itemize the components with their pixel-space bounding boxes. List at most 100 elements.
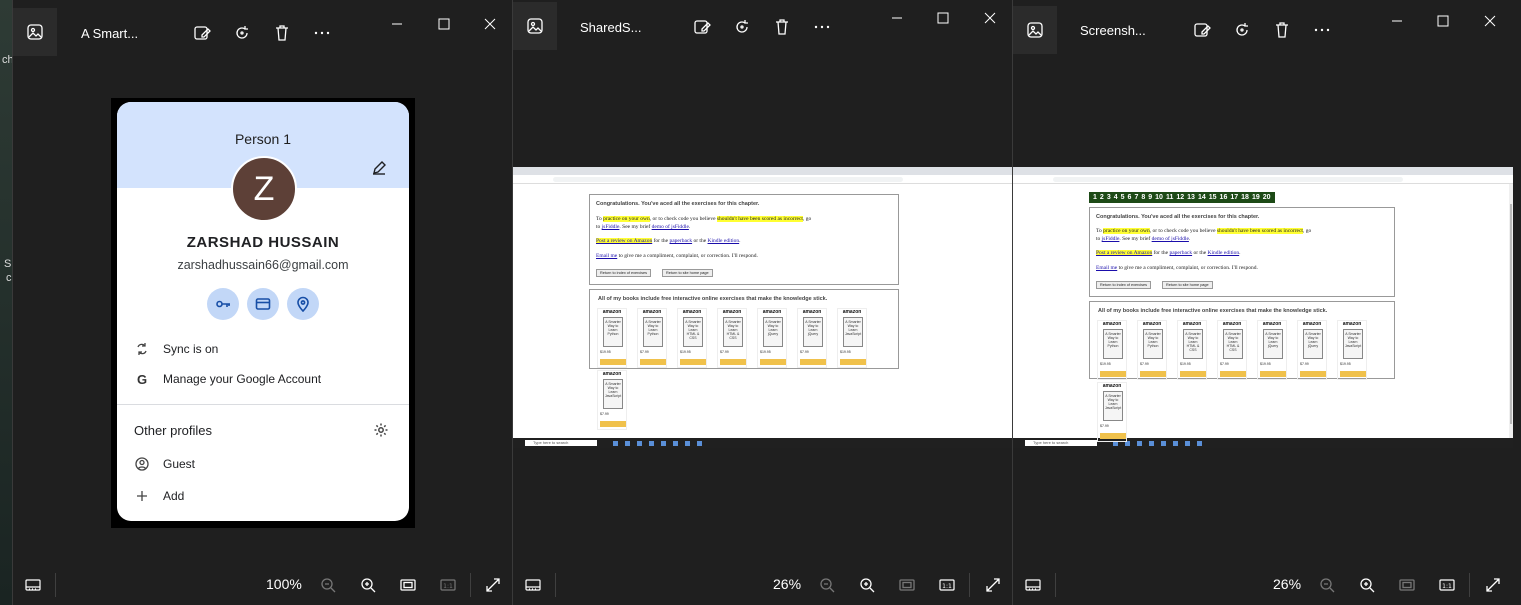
chapter-number[interactable]: 8: [1141, 192, 1145, 203]
return-home-button[interactable]: Return to site home page: [662, 269, 713, 277]
close-icon[interactable]: [1480, 11, 1500, 31]
shop-now-button[interactable]: [640, 359, 666, 365]
delete-icon[interactable]: [1271, 19, 1293, 41]
edit-image-icon[interactable]: [1191, 19, 1213, 41]
rotate-icon[interactable]: [1231, 19, 1253, 41]
more-icon[interactable]: [811, 16, 833, 38]
rotate-icon[interactable]: [231, 22, 253, 44]
edit-image-icon[interactable]: [191, 22, 213, 44]
shop-now-button[interactable]: [1100, 371, 1126, 377]
zoom-in-icon[interactable]: [358, 575, 378, 595]
filmstrip-icon[interactable]: [523, 575, 543, 595]
chapter-number[interactable]: 5: [1121, 192, 1125, 203]
shop-now-button[interactable]: [1300, 371, 1326, 377]
chapter-number[interactable]: 6: [1128, 192, 1132, 203]
book-thumbnail[interactable]: amazon A Smarter Way to Learn JavaScript $…: [837, 308, 867, 368]
zoom-out-icon[interactable]: [1317, 575, 1337, 595]
chapter-number[interactable]: 1: [1093, 192, 1097, 203]
actual-size-icon[interactable]: 1:1: [937, 575, 957, 595]
gear-icon[interactable]: [373, 422, 389, 438]
chapter-number[interactable]: 14: [1198, 192, 1206, 203]
shop-now-button[interactable]: [1140, 371, 1166, 377]
zoom-out-icon[interactable]: [318, 575, 338, 595]
edit-image-icon[interactable]: [691, 16, 713, 38]
close-icon[interactable]: [480, 14, 500, 34]
return-index-button[interactable]: Return to index of exercises: [1096, 281, 1152, 289]
delete-icon[interactable]: [771, 16, 793, 38]
filmstrip-icon[interactable]: [23, 575, 43, 595]
close-icon[interactable]: [980, 8, 1000, 28]
book-thumbnail[interactable]: amazon A Smarter Way to Learn jQuery $19.9…: [757, 308, 787, 368]
manage-account-row[interactable]: G Manage your Google Account: [135, 369, 321, 389]
book-thumbnail[interactable]: amazon A Smarter Way to Learn HTML & CSS $…: [1177, 320, 1207, 380]
delete-icon[interactable]: [271, 22, 293, 44]
maximize-icon[interactable]: [434, 14, 454, 34]
fullscreen-icon[interactable]: [983, 575, 1003, 595]
more-icon[interactable]: [311, 22, 333, 44]
minimize-icon[interactable]: [887, 8, 907, 28]
zoom-in-icon[interactable]: [857, 575, 877, 595]
book-thumbnail[interactable]: amazon A Smarter Way to Learn Python $7.99: [637, 308, 667, 368]
shop-now-button[interactable]: [600, 421, 626, 427]
chapter-number[interactable]: 2: [1100, 192, 1104, 203]
shop-now-button[interactable]: [1220, 371, 1246, 377]
chapter-number[interactable]: 10: [1155, 192, 1163, 203]
shop-now-button[interactable]: [760, 359, 786, 365]
rotate-icon[interactable]: [731, 16, 753, 38]
actual-size-icon[interactable]: 1:1: [438, 575, 458, 595]
chapter-number[interactable]: 4: [1114, 192, 1118, 203]
shop-now-button[interactable]: [720, 359, 746, 365]
shop-now-button[interactable]: [840, 359, 866, 365]
chapter-number[interactable]: 9: [1148, 192, 1152, 203]
book-thumbnail[interactable]: amazon A Smarter Way to Learn JavaScript $…: [1337, 320, 1367, 380]
return-home-button[interactable]: Return to site home page: [1162, 281, 1213, 289]
book-thumbnail[interactable]: amazon A Smarter Way to Learn HTML & CSS $…: [717, 308, 747, 368]
shop-now-button[interactable]: [1100, 433, 1126, 439]
shop-now-button[interactable]: [1180, 371, 1206, 377]
return-index-button[interactable]: Return to index of exercises: [596, 269, 652, 277]
sync-row[interactable]: Sync is on: [135, 339, 218, 359]
book-thumbnail[interactable]: amazon A Smarter Way to Learn jQuery $7.99: [797, 308, 827, 368]
maximize-icon[interactable]: [1433, 11, 1453, 31]
more-icon[interactable]: [1311, 19, 1333, 41]
chapter-number[interactable]: 3: [1107, 192, 1111, 203]
book-thumbnail[interactable]: amazon A Smarter Way to Learn jQuery $19.9…: [1257, 320, 1287, 380]
shop-now-button[interactable]: [600, 359, 626, 365]
zoom-in-icon[interactable]: [1357, 575, 1377, 595]
book-thumbnail[interactable]: amazon A Smarter Way to Learn Python $19.9…: [597, 308, 627, 368]
fullscreen-icon[interactable]: [483, 575, 503, 595]
add-profile-row[interactable]: Add: [135, 486, 184, 506]
shop-now-button[interactable]: [680, 359, 706, 365]
scrollbar[interactable]: [1509, 184, 1513, 438]
fit-icon[interactable]: [398, 575, 418, 595]
book-thumbnail[interactable]: amazon A Smarter Way to Learn jQuery $7.99: [1297, 320, 1327, 380]
fit-icon[interactable]: [897, 575, 917, 595]
minimize-icon[interactable]: [1387, 11, 1407, 31]
filmstrip-icon[interactable]: [1023, 575, 1043, 595]
book-thumbnail[interactable]: amazon A Smarter Way to Learn Python $7.99: [1137, 320, 1167, 380]
book-thumbnail[interactable]: amazon A Smarter Way to Learn JavaScript $…: [597, 370, 627, 430]
fullscreen-icon[interactable]: [1483, 575, 1503, 595]
chapter-number[interactable]: 17: [1230, 192, 1238, 203]
shop-now-button[interactable]: [1260, 371, 1286, 377]
zoom-out-icon[interactable]: [817, 575, 837, 595]
minimize-icon[interactable]: [387, 14, 407, 34]
chapter-number[interactable]: 15: [1209, 192, 1217, 203]
chapter-number[interactable]: 11: [1166, 192, 1173, 203]
maximize-icon[interactable]: [933, 8, 953, 28]
pencil-icon[interactable]: [371, 160, 387, 176]
actual-size-icon[interactable]: 1:1: [1437, 575, 1457, 595]
guest-row[interactable]: Guest: [135, 454, 195, 474]
key-icon[interactable]: [207, 288, 239, 320]
avatar[interactable]: Z: [231, 156, 297, 222]
chapter-number[interactable]: 12: [1176, 192, 1184, 203]
chapter-number[interactable]: 19: [1252, 192, 1260, 203]
card-icon[interactable]: [247, 288, 279, 320]
shop-now-button[interactable]: [800, 359, 826, 365]
chapter-number[interactable]: 16: [1220, 192, 1228, 203]
location-icon[interactable]: [287, 288, 319, 320]
chapter-number[interactable]: 18: [1241, 192, 1249, 203]
book-thumbnail[interactable]: amazon A Smarter Way to Learn Python $19.9…: [1097, 320, 1127, 380]
book-thumbnail[interactable]: amazon A Smarter Way to Learn HTML & CSS $…: [677, 308, 707, 368]
chapter-number[interactable]: 7: [1134, 192, 1138, 203]
